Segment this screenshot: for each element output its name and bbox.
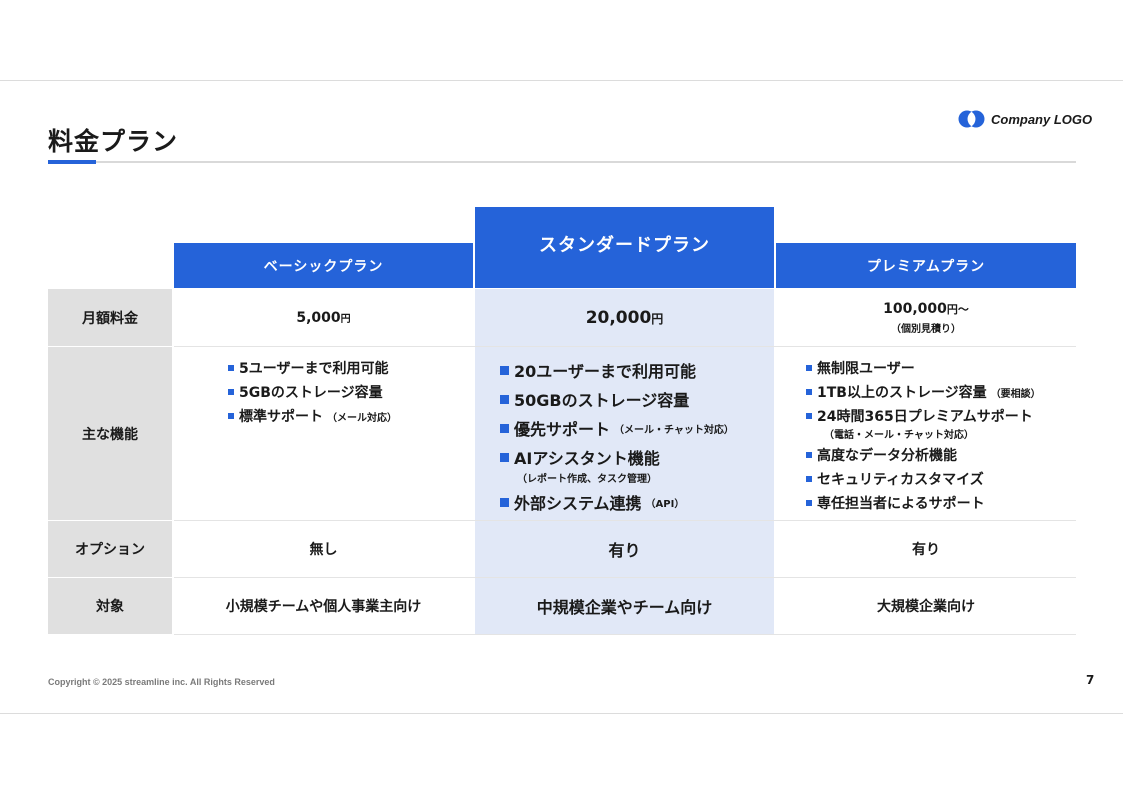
target-cell-premium: 大規模企業向け <box>877 599 975 615</box>
feature-text: AIアシスタント機能 <box>514 449 660 468</box>
company-logo: Company LOGO <box>958 110 1092 128</box>
feature-text: 1TB以上のストレージ容量 <box>817 385 987 401</box>
feature-text: 20ユーザーまで利用可能 <box>514 362 696 381</box>
feature-text: 5ユーザーまで利用可能 <box>239 361 389 377</box>
bullet-icon <box>806 452 812 458</box>
list-item: AIアシスタント機能 （レポート作成、タスク管理） <box>500 445 734 485</box>
feature-note: （メール対応） <box>327 412 397 424</box>
target-cell-standard: 中規模企業やチーム向け <box>536 598 713 617</box>
price-unit: 円 <box>651 311 664 326</box>
page-number: 7 <box>1086 673 1095 687</box>
feature-text: 標準サポート <box>239 409 323 425</box>
bullet-icon <box>500 394 509 404</box>
feature-list-basic: 5ユーザーまで利用可能 5GBのストレージ容量 標準サポート （メール対応） <box>228 358 397 430</box>
feature-text: 外部システム連携 <box>514 494 642 513</box>
price-cell-standard: 20,000円 <box>475 289 774 346</box>
price-cell-premium: 100,000円〜 （個別見積り） <box>776 289 1076 346</box>
plan-header-standard: スタンダードプラン <box>475 207 774 288</box>
list-item: セキュリティカスタマイズ <box>806 469 1041 489</box>
feature-text: 24時間365日プレミアムサポート <box>817 409 1033 425</box>
list-item: 標準サポート （メール対応） <box>228 406 397 426</box>
logo-icon <box>958 110 985 128</box>
feature-text: 50GBのストレージ容量 <box>514 391 690 410</box>
feature-text: 優先サポート <box>514 420 611 439</box>
bullet-icon <box>500 497 509 507</box>
option-cell-basic: 無し <box>309 542 338 558</box>
bullet-icon <box>228 413 234 419</box>
row-label-target: 対象 <box>48 578 172 634</box>
row-label-features: 主な機能 <box>48 347 172 520</box>
bullet-icon <box>806 476 812 482</box>
feature-list-standard: 20ユーザーまで利用可能 50GBのストレージ容量 優先サポート （メール・チャッ… <box>500 358 734 519</box>
plan-header-premium: プレミアムプラン <box>776 243 1076 288</box>
feature-subnote: （電話・メール・チャット対応） <box>824 430 974 441</box>
row-divider <box>174 634 1076 635</box>
list-item: 専任担当者によるサポート <box>806 493 1041 513</box>
list-item: 50GBのストレージ容量 <box>500 387 734 411</box>
feature-text: 無制限ユーザー <box>817 361 915 377</box>
bottom-divider <box>0 713 1123 714</box>
list-item: 外部システム連携 （API） <box>500 490 734 514</box>
copyright-text: Copyright © 2025 streamline inc. All Rig… <box>48 677 275 687</box>
bullet-icon <box>806 413 812 419</box>
feature-list-premium: 無制限ユーザー 1TB以上のストレージ容量 （要相談） 24時間365日プレミアム… <box>806 358 1041 517</box>
bullet-icon <box>806 389 812 395</box>
bullet-icon <box>500 365 509 375</box>
feature-text: 5GBのストレージ容量 <box>239 385 383 401</box>
logo-text: Company LOGO <box>991 111 1093 127</box>
list-item: 高度なデータ分析機能 <box>806 445 1041 465</box>
plan-header-basic: ベーシックプラン <box>174 243 473 288</box>
feature-note: （要相談） <box>990 388 1041 400</box>
row-label-price: 月額料金 <box>48 289 172 346</box>
bullet-icon <box>500 423 509 433</box>
bullet-icon <box>228 365 234 371</box>
option-cell-premium: 有り <box>912 542 940 558</box>
list-item: 5ユーザーまで利用可能 <box>228 358 397 378</box>
title-accent-bar <box>48 160 96 164</box>
feature-text: 高度なデータ分析機能 <box>817 448 957 464</box>
title-underline <box>48 161 1076 163</box>
feature-note: （メール・チャット対応） <box>614 424 734 436</box>
price-unit: 円 <box>340 313 351 325</box>
page-title: 料金プラン <box>48 127 179 156</box>
bullet-icon <box>228 389 234 395</box>
list-item: 無制限ユーザー <box>806 358 1041 378</box>
bullet-icon <box>806 500 812 506</box>
list-item: 20ユーザーまで利用可能 <box>500 358 734 382</box>
price-value: 20,000 <box>585 307 652 328</box>
price-unit: 円〜 <box>946 302 969 316</box>
feature-note: （API） <box>645 498 685 510</box>
list-item: 1TB以上のストレージ容量 （要相談） <box>806 382 1041 402</box>
option-cell-standard: 有り <box>608 541 641 560</box>
row-label-option: オプション <box>48 521 172 577</box>
list-item: 優先サポート （メール・チャット対応） <box>500 416 734 440</box>
feature-text: セキュリティカスタマイズ <box>817 472 984 488</box>
list-item: 24時間365日プレミアムサポート （電話・メール・チャット対応） <box>806 406 1041 441</box>
row-divider <box>174 346 1076 347</box>
bullet-icon <box>806 365 812 371</box>
price-note: （個別見積り） <box>891 323 961 335</box>
price-value: 5,000 <box>296 309 341 326</box>
feature-text: 専任担当者によるサポート <box>817 496 985 512</box>
price-cell-basic: 5,000円 <box>174 289 473 346</box>
top-divider <box>0 80 1123 81</box>
bullet-icon <box>500 452 509 462</box>
feature-subnote: （レポート作成、タスク管理） <box>517 474 657 485</box>
target-cell-basic: 小規模チームや個人事業主向け <box>225 599 422 615</box>
list-item: 5GBのストレージ容量 <box>228 382 397 402</box>
price-value: 100,000 <box>883 300 947 317</box>
